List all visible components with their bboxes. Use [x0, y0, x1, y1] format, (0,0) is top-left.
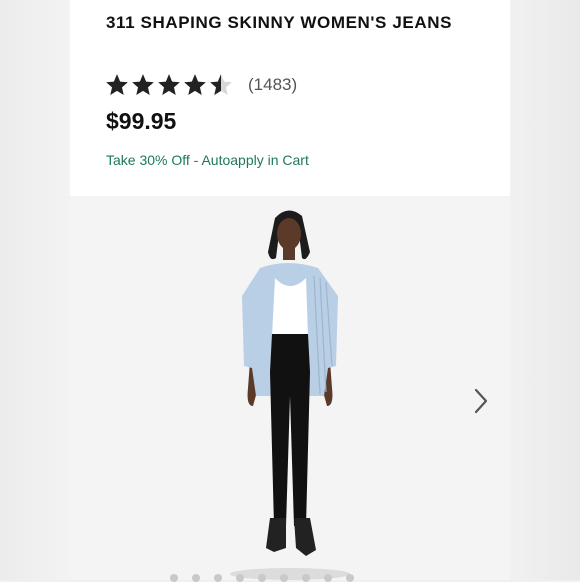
carousel-dot[interactable] — [258, 574, 266, 582]
product-info-panel: 311 SHAPING SKINNY WOMEN'S JEANS (1483) … — [70, 0, 510, 196]
star-icon — [184, 74, 206, 95]
carousel-dot[interactable] — [236, 574, 244, 582]
carousel-dot[interactable] — [214, 574, 222, 582]
background-left — [0, 0, 70, 580]
carousel-dot[interactable] — [280, 574, 288, 582]
chevron-right-icon[interactable] — [470, 386, 492, 416]
star-rating — [104, 72, 234, 98]
model-photo — [230, 210, 350, 580]
review-count[interactable]: (1483) — [248, 75, 297, 95]
rating-row[interactable]: (1483) — [104, 71, 297, 99]
product-image[interactable] — [70, 196, 510, 580]
carousel-dot[interactable] — [324, 574, 332, 582]
price: $99.95 — [106, 108, 177, 134]
carousel-dot[interactable] — [302, 574, 310, 582]
star-icon — [106, 74, 128, 95]
carousel-dot[interactable] — [346, 574, 354, 582]
star-icon — [132, 74, 154, 95]
carousel-dots — [170, 574, 354, 582]
background-right — [510, 0, 580, 580]
half-star-icon — [210, 74, 232, 95]
star-icon — [158, 74, 180, 95]
carousel-dot[interactable] — [170, 574, 178, 582]
promo-text: Take 30% Off - Autoapply in Cart — [106, 152, 309, 168]
carousel-dot[interactable] — [192, 574, 200, 582]
product-title: 311 SHAPING SKINNY WOMEN'S JEANS — [106, 13, 453, 32]
